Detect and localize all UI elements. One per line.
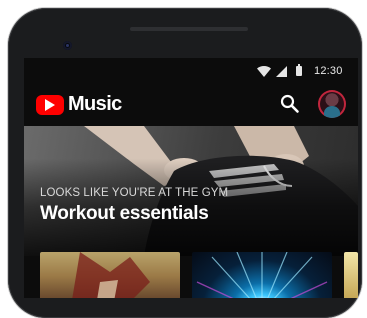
wifi-icon: [257, 66, 271, 77]
album-art-image: [72, 252, 150, 298]
app-title: Music: [68, 93, 122, 115]
hero-subtitle: LOOKS LIKE YOU'RE AT THE GYM: [40, 187, 229, 199]
status-time: 12:30: [314, 65, 343, 77]
youtube-music-logo[interactable]: Music: [36, 93, 136, 116]
album-card-3[interactable]: [344, 252, 358, 298]
front-camera: [63, 41, 72, 50]
earpiece-speaker: [130, 27, 248, 31]
battery-icon: [296, 64, 302, 76]
album-card-2[interactable]: [192, 252, 332, 298]
cell-signal-icon: [276, 66, 287, 77]
app-bar: Music: [24, 82, 358, 126]
app-screen: 12:30 Music LOOKS LIKE YOU'RE AT THE GYM…: [24, 58, 358, 298]
status-bar: 12:30: [24, 58, 358, 82]
hero-title[interactable]: Workout essentials: [40, 203, 209, 225]
album-card-1[interactable]: [40, 252, 180, 298]
album-art-image: [196, 252, 328, 298]
search-icon: [280, 94, 299, 113]
search-button[interactable]: [278, 92, 302, 116]
play-logo-icon: [36, 95, 64, 115]
account-avatar[interactable]: [318, 90, 346, 118]
